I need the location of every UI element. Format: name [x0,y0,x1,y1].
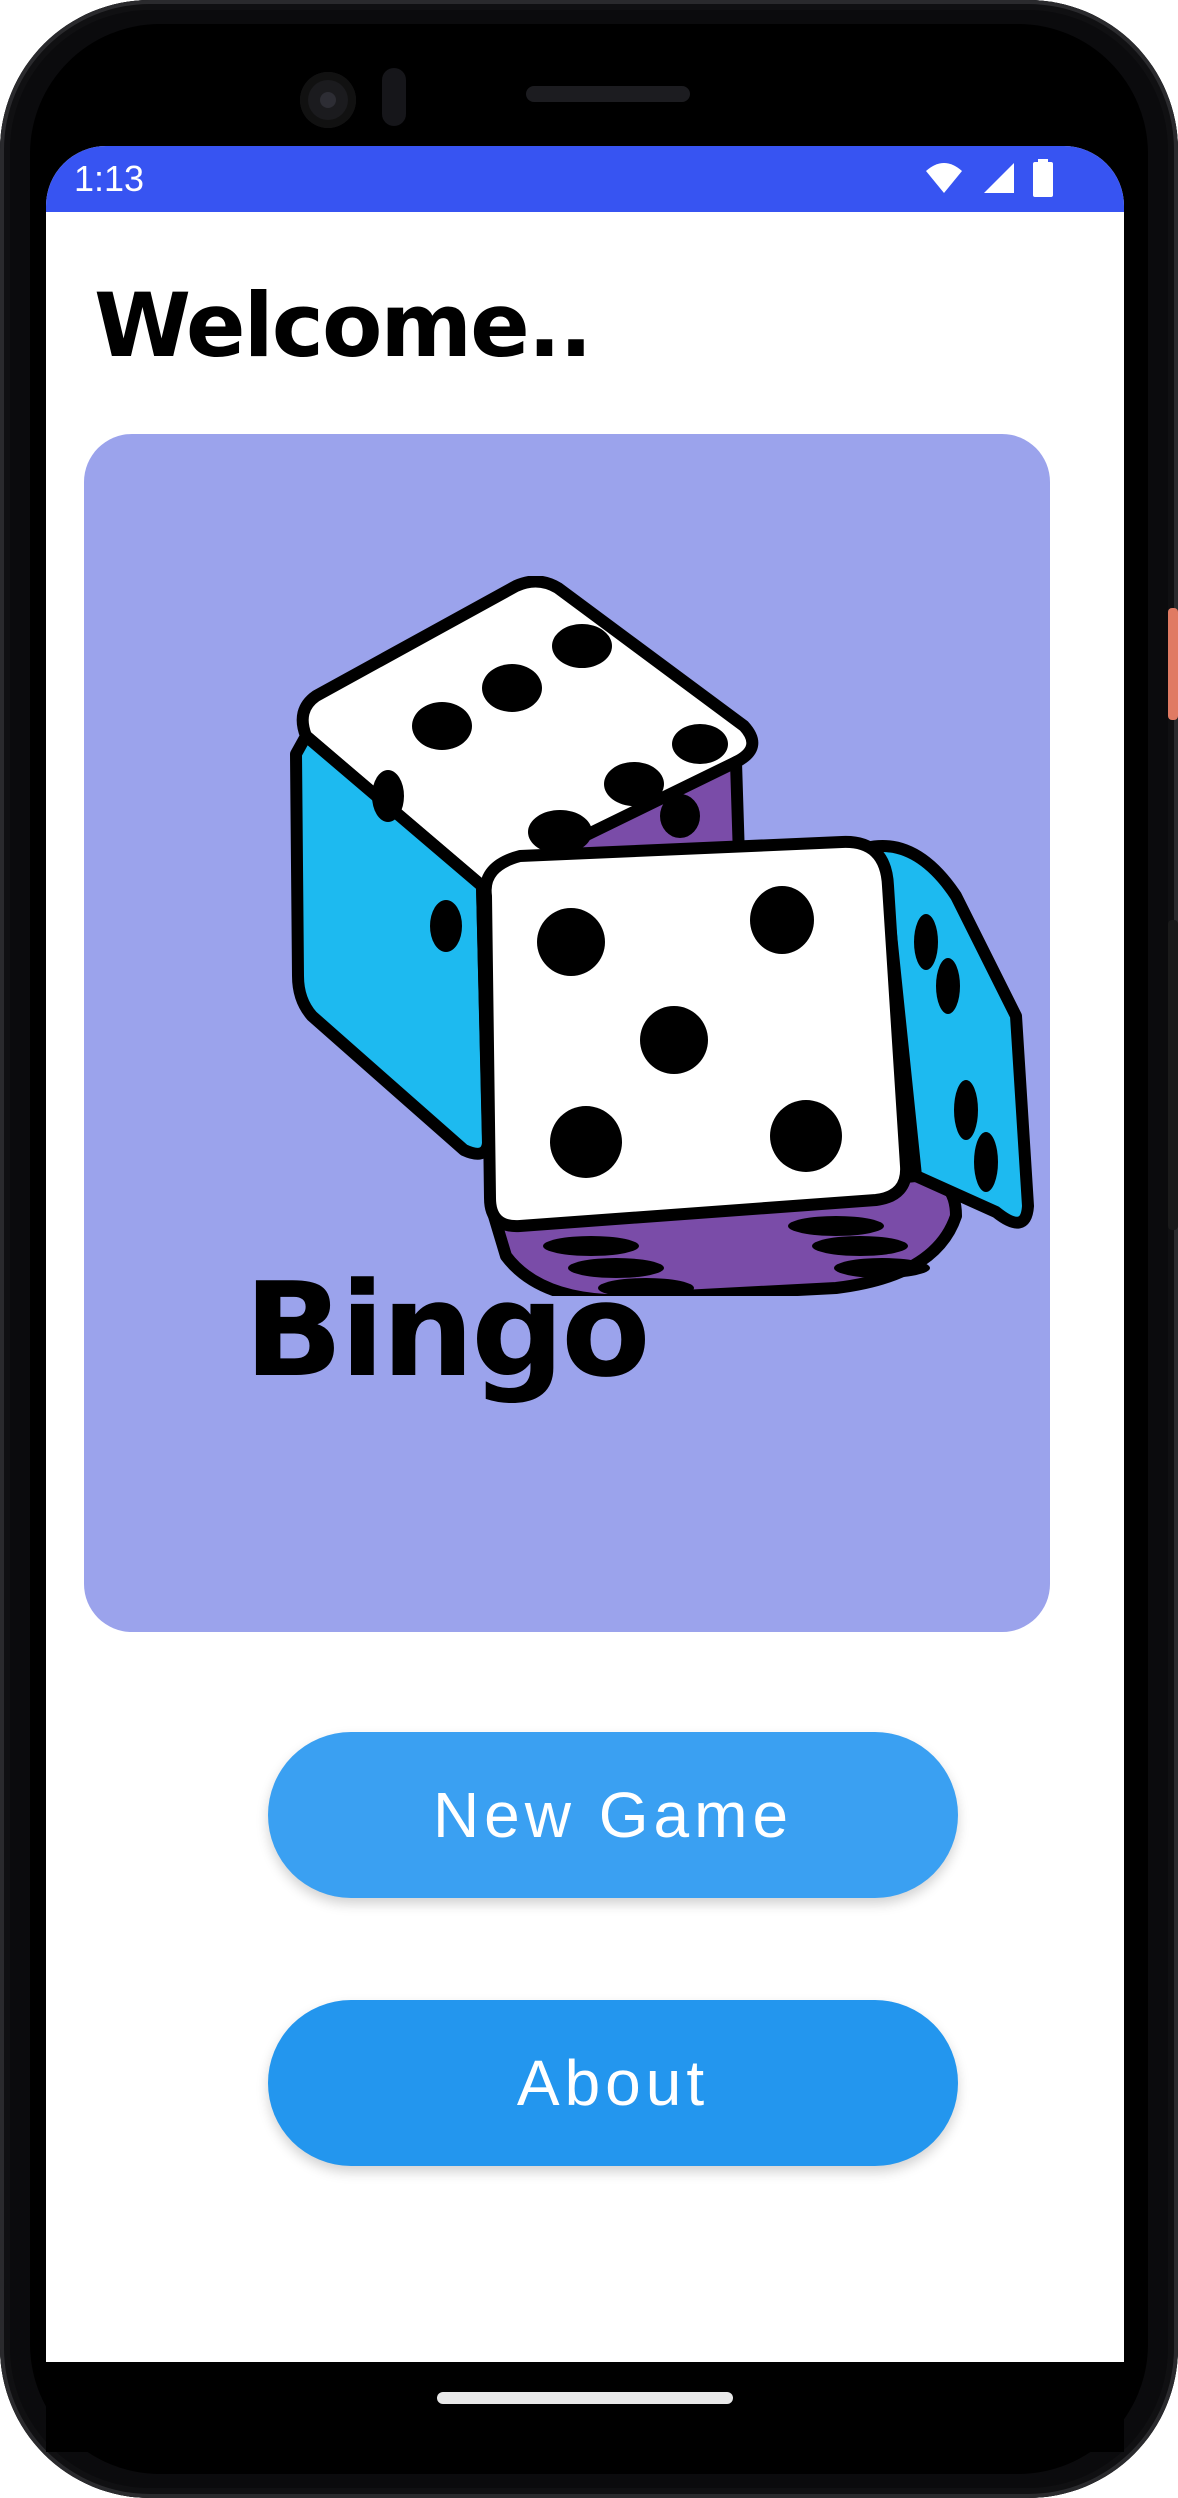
cellular-signal-icon [984,163,1014,193]
status-time: 1:13 [74,158,145,199]
earpiece-speaker [526,86,690,102]
front-camera [300,72,356,128]
navigation-bar [46,2362,1124,2452]
new-game-button[interactable]: New Game [268,1732,958,1898]
app-screen: 1:13 Welcome.. Bingo New Game About [46,146,1124,2362]
dice-illustration [290,576,1034,1296]
home-indicator[interactable] [437,2392,733,2404]
welcome-heading: Welcome.. [94,274,593,377]
battery-icon [1033,159,1053,197]
status-bar: 1:13 [46,146,1124,212]
about-button[interactable]: About [268,2000,958,2166]
status-icons [924,158,1054,198]
proximity-sensor [382,68,406,126]
power-button [1168,608,1178,720]
wifi-icon [926,163,962,193]
volume-button [1168,920,1178,1230]
